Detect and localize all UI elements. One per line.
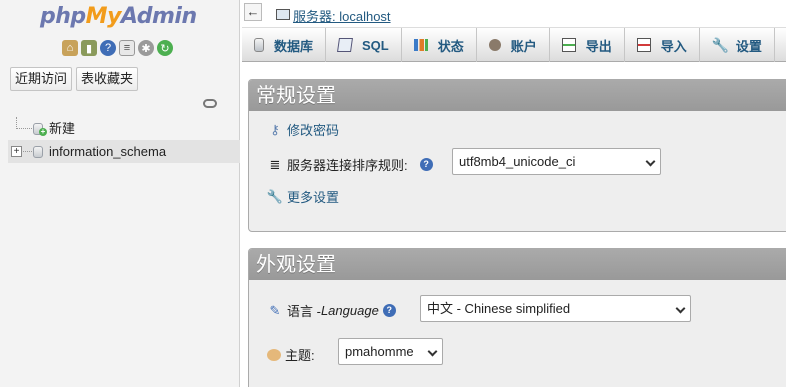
tab-label: 导出 <box>585 38 612 54</box>
navigation-panel: phpMyAdmin ⌂ ▮ ? ≡ ✱ ↻ 近期访问 表收藏夹 + 新建 + … <box>0 0 240 387</box>
tab-export[interactable]: 导出 <box>550 28 625 62</box>
general-settings-title: 常规设置 <box>249 80 786 111</box>
logo-my: My <box>85 4 122 29</box>
database-icon <box>254 38 264 52</box>
tab-label: 账户 <box>510 38 537 54</box>
nav-icon-bar: ⌂ ▮ ? ≡ ✱ ↻ <box>62 40 173 56</box>
phpmyadmin-logo[interactable]: phpMyAdmin <box>40 4 197 29</box>
tree-item-label[interactable]: 新建 <box>49 121 75 136</box>
theme-select[interactable]: pmahomme <box>338 338 443 365</box>
tree-item-information-schema[interactable]: + information_schema <box>8 140 240 163</box>
general-settings-panel: 常规设置 ⚷ 修改密码 ≣ 服务器连接排序规则: ? utf8mb4_unico… <box>248 79 786 232</box>
export-icon <box>561 38 576 52</box>
new-badge-icon: + <box>39 127 47 136</box>
breadcrumb-server[interactable]: 服务器: localhost <box>293 6 391 25</box>
database-icon <box>33 146 43 158</box>
wrench-icon: 🔧 <box>266 188 284 204</box>
chevron-down-icon <box>645 156 656 167</box>
tab-label: 数据库 <box>274 38 314 54</box>
change-password-link[interactable]: 修改密码 <box>287 120 339 139</box>
tab-sql[interactable]: SQL <box>326 28 402 62</box>
breadcrumb-bar: ← 服务器: localhost <box>242 0 786 28</box>
tab-accounts[interactable]: 账户 <box>477 28 550 62</box>
recent-tables-button[interactable]: 近期访问 <box>10 67 73 91</box>
home-icon[interactable]: ⌂ <box>62 40 78 56</box>
language-select[interactable]: 中文 - Chinese simplified <box>420 295 691 322</box>
status-icon <box>413 39 428 51</box>
tree-line <box>16 128 32 129</box>
language-label-cn: 语言 - <box>287 304 321 319</box>
palette-icon <box>267 348 281 361</box>
database-tree: + 新建 + information_schema <box>8 117 240 163</box>
collation-selected-value: utf8mb4_unicode_ci <box>459 154 576 169</box>
server-icon <box>276 9 290 20</box>
tree-item-new[interactable]: + 新建 <box>8 117 240 140</box>
list-icon: ≣ <box>269 156 281 172</box>
link-with-main-panel-icon[interactable] <box>203 99 217 108</box>
expand-icon[interactable]: + <box>11 146 22 157</box>
collation-label: 服务器连接排序规则: <box>287 158 408 173</box>
help-icon[interactable]: ? <box>100 40 116 56</box>
tab-databases[interactable]: 数据库 <box>242 28 327 62</box>
appearance-settings-title: 外观设置 <box>249 249 786 280</box>
language-row: ✎ 语言 - Language ? <box>267 301 396 320</box>
language-icon: ✎ <box>269 302 281 318</box>
help-icon[interactable]: ? <box>419 158 433 171</box>
docs-icon[interactable]: ≡ <box>119 40 135 56</box>
collation-row: ≣ 服务器连接排序规则: ? <box>267 155 433 174</box>
theme-selected-value: pmahomme <box>345 344 414 359</box>
settings-icon[interactable]: ✱ <box>138 40 154 56</box>
logo-admin: Admin <box>120 4 197 29</box>
more-settings-link[interactable]: 更多设置 <box>287 187 339 206</box>
tab-import[interactable]: 导入 <box>625 28 700 62</box>
help-icon[interactable]: ? <box>382 304 396 317</box>
theme-row: 主题: <box>267 345 315 364</box>
sql-icon <box>337 38 353 52</box>
tab-label: SQL <box>362 37 389 53</box>
more-settings-row[interactable]: 🔧 更多设置 <box>267 187 339 206</box>
reload-icon[interactable]: ↻ <box>157 40 173 56</box>
key-icon: ⚷ <box>270 121 280 137</box>
tab-status[interactable]: 状态 <box>402 28 477 62</box>
tab-label: 状态 <box>437 38 464 54</box>
tab-label: 设置 <box>735 38 762 54</box>
import-icon <box>636 38 651 52</box>
nav-tabs: 近期访问 表收藏夹 <box>10 67 139 91</box>
main-menu: 数据库 SQL 状态 账户 导出 导入 🔧 设置 <box>242 28 786 62</box>
language-label-en: Language <box>320 303 379 318</box>
collapse-navigation-button[interactable]: ← <box>244 3 262 21</box>
language-selected-value: 中文 - Chinese simplified <box>427 301 571 316</box>
tab-label: 导入 <box>660 38 687 54</box>
tree-item-label[interactable]: information_schema <box>49 144 166 159</box>
chevron-down-icon <box>675 303 686 314</box>
theme-label: 主题: <box>285 348 315 363</box>
logout-icon[interactable]: ▮ <box>81 40 97 56</box>
tree-line <box>23 151 32 152</box>
accounts-icon <box>488 39 501 51</box>
tab-settings[interactable]: 🔧 设置 <box>700 28 775 62</box>
logo-php: php <box>40 4 86 29</box>
change-password-row[interactable]: ⚷ 修改密码 <box>267 120 339 139</box>
chevron-down-icon <box>427 346 438 357</box>
appearance-settings-panel: 外观设置 ✎ 语言 - Language ? 中文 - Chinese simp… <box>248 248 786 387</box>
wrench-icon: 🔧 <box>711 37 730 53</box>
collation-select[interactable]: utf8mb4_unicode_ci <box>452 148 661 175</box>
favorite-tables-button[interactable]: 表收藏夹 <box>76 67 139 91</box>
